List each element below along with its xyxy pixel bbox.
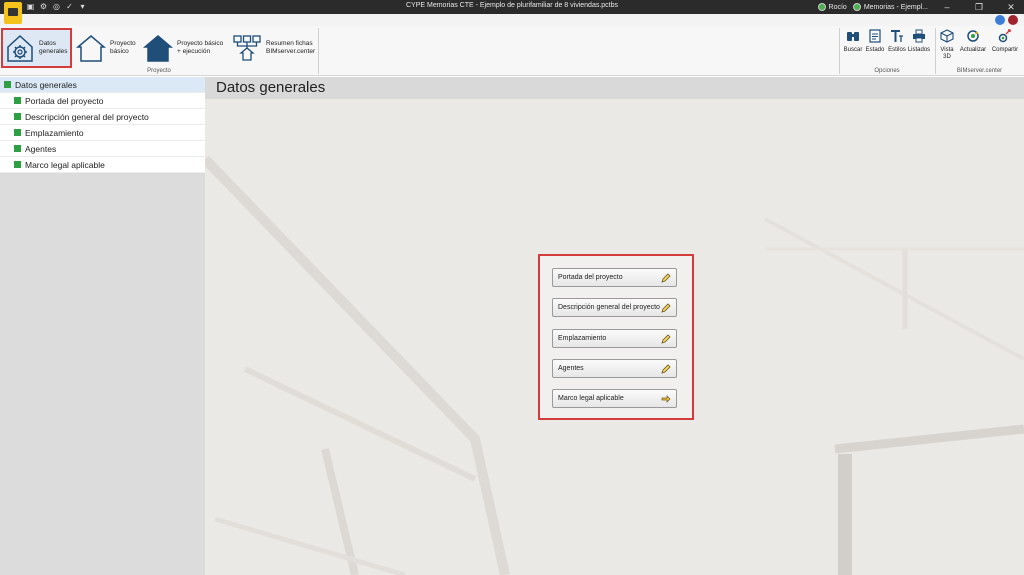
sidebar: Datos generales Portada del proyecto Des… [0, 77, 205, 575]
tree-item-emplazamiento[interactable]: Emplazamiento [0, 125, 205, 141]
proyecto-basico-ejecucion-label: Proyecto básico + ejecución [177, 40, 224, 55]
arrow-right-icon [661, 395, 671, 403]
opciones-group-label: Opciones [874, 68, 900, 74]
tree-item-agentes[interactable]: Agentes [0, 141, 205, 157]
text-style-icon [891, 30, 903, 42]
green-square-icon [14, 97, 21, 104]
help-icon[interactable] [1008, 15, 1018, 25]
binoculars-icon [847, 32, 859, 41]
module-icon [852, 3, 861, 11]
agentes-button[interactable]: Agentes [552, 359, 677, 378]
tree-item-label: Marco legal aplicable [25, 159, 105, 170]
tree-item-label: Descripción general del proyecto [25, 111, 149, 122]
pencil-icon [661, 303, 671, 313]
proyecto-basico-button[interactable]: Proyecto básico [76, 28, 140, 68]
page-title: Datos generales [205, 77, 1024, 99]
pencil-icon [661, 273, 671, 283]
tree-item-label: Agentes [25, 143, 57, 154]
actualizar-label: Actualizar [959, 47, 987, 53]
ribbon-tabs-strip [0, 14, 1024, 26]
ribbon-separator [318, 28, 319, 74]
share-icon [998, 29, 1011, 43]
section-buttons-panel: Portada del proyecto Descripción general… [538, 254, 694, 420]
marco-legal-button-label: Marco legal aplicable [558, 395, 624, 402]
module-selector[interactable]: Memorias - Ejempl... [852, 3, 928, 11]
green-square-icon [14, 161, 21, 168]
emplazamiento-button[interactable]: Emplazamiento [552, 329, 677, 348]
refresh-icon [967, 30, 979, 42]
user-account[interactable]: Rocío [817, 3, 847, 11]
actualizar-button[interactable]: Actualizar [959, 29, 987, 54]
green-square-icon [14, 129, 21, 136]
printer-icon [913, 29, 925, 43]
maximize-button[interactable]: ❐ [966, 2, 992, 13]
house-filled-icon [143, 35, 173, 62]
compartir-button[interactable]: Compartir [990, 29, 1020, 54]
ribbon: Datos generales Proyecto básico Proyecto… [0, 26, 1024, 76]
document-tree: Datos generales Portada del proyecto Des… [0, 77, 205, 173]
buscar-label: Buscar [843, 47, 863, 53]
estilos-button[interactable]: Estilos [886, 29, 908, 54]
user-icon [817, 3, 826, 11]
datos-generales-button[interactable]: Datos generales [1, 28, 72, 68]
pencil-icon [661, 364, 671, 374]
green-square-icon [4, 81, 11, 88]
globe-icon[interactable] [995, 15, 1005, 25]
vista-3d-label: Vista 3D [940, 47, 954, 60]
green-square-icon [14, 113, 21, 120]
tree-item-label: Datos generales [15, 79, 77, 90]
module-name: Memorias - Ejempl... [863, 3, 928, 11]
main-content: Datos generales Portada del proyecto Des… [205, 77, 1024, 575]
datos-generales-label: Datos generales [39, 40, 68, 55]
tree-item-label: Emplazamiento [25, 127, 84, 138]
estado-button[interactable]: Estado [864, 29, 886, 54]
resumen-fichas-button[interactable]: Resumen fichas BIMserver.center [232, 28, 318, 68]
gear-house-icon [7, 34, 33, 62]
estilos-label: Estilos [888, 47, 906, 53]
descripcion-button-label: Descripción general del proyecto [558, 304, 660, 311]
vista-3d-button[interactable]: Vista 3D [937, 29, 957, 61]
portada-button-label: Portada del proyecto [558, 274, 623, 281]
estado-label: Estado [865, 47, 885, 53]
cube-3d-icon [940, 29, 954, 43]
hierarchy-icon [233, 35, 261, 61]
tree-item-descripcion[interactable]: Descripción general del proyecto [0, 109, 205, 125]
app-logo[interactable] [4, 2, 22, 24]
portada-button[interactable]: Portada del proyecto [552, 268, 677, 287]
green-square-icon [14, 145, 21, 152]
tree-item-portada[interactable]: Portada del proyecto [0, 93, 205, 109]
marco-legal-button[interactable]: Marco legal aplicable [552, 389, 677, 408]
buscar-button[interactable]: Buscar [842, 29, 864, 54]
user-name: Rocío [828, 3, 847, 11]
bimserver-group-label: BIMserver.center [956, 68, 1003, 74]
listados-label: Listados [907, 47, 931, 53]
tree-item-marco-legal[interactable]: Marco legal aplicable [0, 157, 205, 173]
descripcion-button[interactable]: Descripción general del proyecto [552, 298, 677, 317]
compartir-label: Compartir [991, 47, 1019, 53]
emplazamiento-button-label: Emplazamiento [558, 335, 607, 342]
resumen-fichas-label: Resumen fichas BIMserver.center [266, 40, 316, 55]
title-bar: ▣ ⚙ ◎ ✓ ▾ CYPE Memorias CTE - Ejemplo de… [0, 0, 1024, 14]
document-status-icon [869, 29, 881, 43]
proyecto-basico-label: Proyecto básico [110, 40, 136, 55]
proyecto-group-label: Proyecto [147, 68, 171, 74]
tree-item-datos-generales[interactable]: Datos generales [0, 77, 205, 93]
pencil-icon [661, 334, 671, 344]
house-outline-icon [76, 35, 106, 62]
close-button[interactable]: ✕ [998, 2, 1024, 13]
tree-item-label: Portada del proyecto [25, 95, 104, 106]
proyecto-basico-ejecucion-button[interactable]: Proyecto básico + ejecución [143, 28, 229, 68]
listados-button[interactable]: Listados [908, 29, 930, 54]
minimize-button[interactable]: – [934, 2, 960, 12]
agentes-button-label: Agentes [558, 365, 584, 372]
